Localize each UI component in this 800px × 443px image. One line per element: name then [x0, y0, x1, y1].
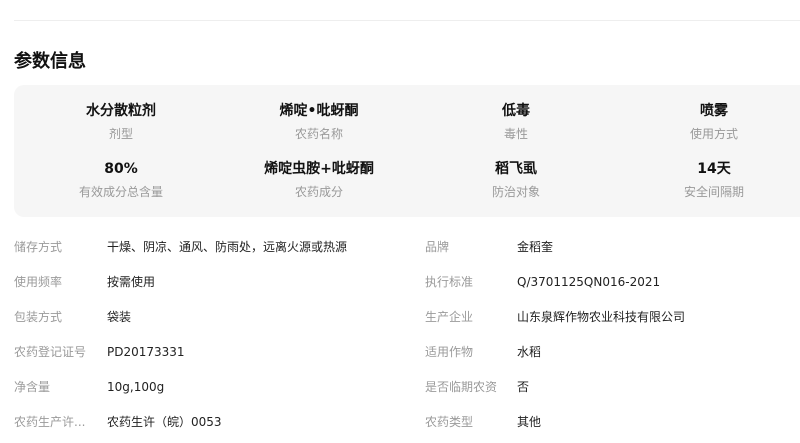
summary-item-usage-method: 喷雾 使用方式	[690, 102, 738, 142]
summary-value: 稻飞虱	[494, 161, 537, 177]
detail-value: 山东泉辉作物农业科技有限公司	[517, 310, 686, 324]
detail-label: 是否临期农资	[425, 380, 498, 394]
summary-label: 使用方式	[689, 127, 739, 141]
summary-item-active-content: 80% 有效成分总含量	[79, 160, 163, 200]
summary-item-target-pest: 稻飞虱 防治对象	[492, 160, 540, 200]
detail-value: 10g,100g	[107, 380, 165, 394]
summary-label: 剂型	[108, 127, 133, 141]
detail-label: 农药生产许...	[14, 415, 86, 429]
detail-label: 适用作物	[425, 345, 474, 359]
summary-value: 水分散粒剂	[86, 103, 156, 119]
summary-value: 80%	[104, 161, 138, 177]
summary-value: 喷雾	[699, 103, 728, 119]
summary-label: 防治对象	[491, 185, 541, 199]
detail-value: 水稻	[517, 345, 542, 359]
summary-value: 14天	[697, 161, 731, 177]
detail-value: 农药生许（皖）0053	[107, 415, 222, 429]
summary-item-pesticide-name: 烯啶•吡蚜酮 农药名称	[280, 102, 359, 142]
summary-label: 农药成分	[294, 185, 344, 199]
summary-item-ingredients: 烯啶虫胺+吡蚜酮 农药成分	[264, 160, 374, 200]
summary-item-toxicity: 低毒 毒性	[502, 102, 530, 142]
summary-value: 烯啶虫胺+吡蚜酮	[264, 161, 374, 177]
summary-label: 安全间隔期	[683, 185, 745, 199]
detail-label: 净含量	[14, 380, 51, 394]
detail-value: 干燥、阴凉、通风、防雨处，远离火源或热源	[107, 240, 348, 254]
top-divider	[14, 20, 800, 21]
summary-item-dosage-form: 水分散粒剂 剂型	[86, 102, 156, 142]
detail-label: 执行标准	[425, 275, 474, 289]
detail-label: 生产企业	[425, 310, 474, 324]
summary-value: 低毒	[502, 103, 530, 119]
detail-value: 其他	[517, 415, 542, 429]
summary-label: 有效成分总含量	[78, 185, 164, 199]
detail-value: PD20173331	[107, 345, 185, 359]
detail-label: 储存方式	[14, 240, 63, 254]
detail-label: 使用频率	[14, 275, 63, 289]
summary-label: 毒性	[503, 127, 528, 141]
detail-label: 农药类型	[425, 415, 474, 429]
section-title: 参数信息	[14, 51, 86, 72]
detail-value: 否	[517, 380, 530, 394]
detail-label: 包装方式	[14, 310, 63, 324]
detail-value: 袋装	[107, 310, 132, 324]
detail-value: Q/3701125QN016-2021	[517, 275, 661, 289]
detail-value: 按需使用	[107, 275, 156, 289]
summary-value: 烯啶•吡蚜酮	[279, 103, 359, 119]
detail-label: 品牌	[425, 240, 450, 254]
detail-label: 农药登记证号	[14, 345, 87, 359]
summary-label: 农药名称	[294, 127, 344, 141]
detail-value: 金稻奎	[517, 240, 554, 254]
summary-item-safety-interval: 14天 安全间隔期	[684, 160, 744, 200]
